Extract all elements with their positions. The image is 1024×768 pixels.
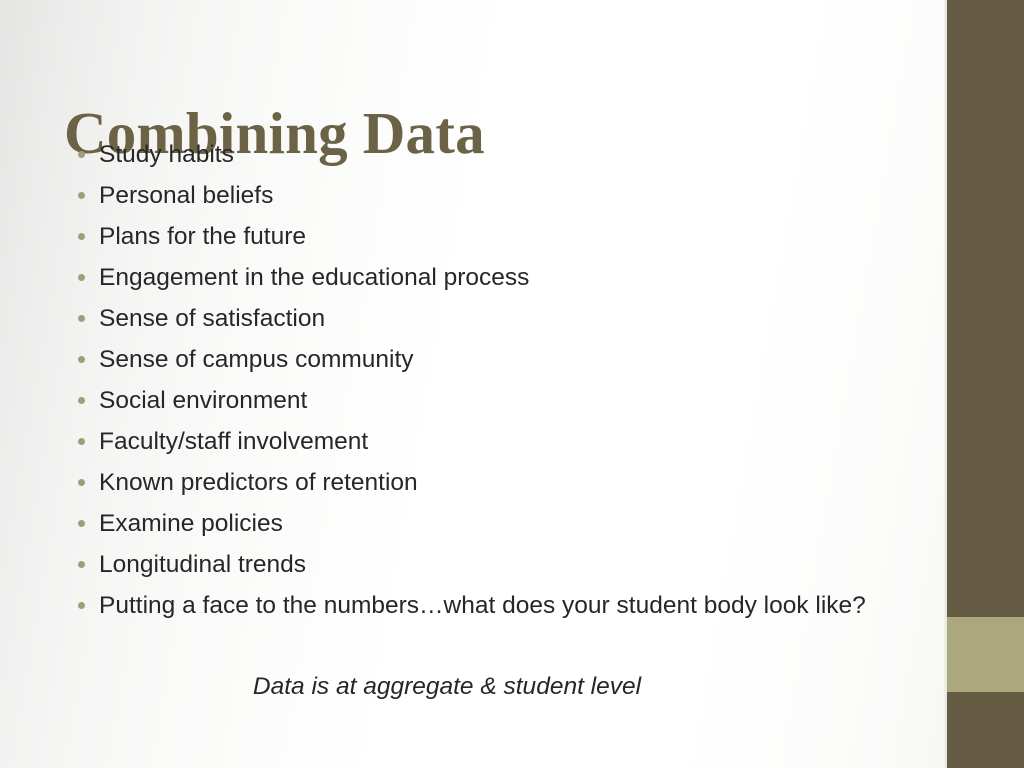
- list-item-label: Longitudinal trends: [99, 551, 307, 578]
- list-item: Faculty/staff involvement: [72, 425, 902, 459]
- bullet-dot-icon: [78, 233, 85, 240]
- bullet-dot-icon: [78, 438, 85, 445]
- presentation-slide: Combining Data Study habits Personal bel…: [0, 0, 1024, 768]
- bullet-dot-icon: [78, 151, 85, 158]
- list-item: Longitudinal trends: [72, 548, 902, 582]
- bullet-dot-icon: [78, 520, 85, 527]
- bullet-dot-icon: [78, 602, 85, 609]
- list-item-label: Putting a face to the numbers…what does …: [99, 592, 866, 619]
- list-item: Study habits: [72, 138, 902, 172]
- list-item-label: Faculty/staff involvement: [99, 428, 369, 455]
- list-item-label: Personal beliefs: [99, 182, 274, 209]
- sidebar-accent-band: [947, 617, 1024, 692]
- list-item: Sense of satisfaction: [72, 302, 902, 336]
- list-item-label: Examine policies: [99, 510, 283, 537]
- list-item: Known predictors of retention: [72, 466, 902, 500]
- list-item-label: Known predictors of retention: [99, 469, 418, 496]
- list-item-label: Engagement in the educational process: [99, 264, 530, 291]
- list-item: Putting a face to the numbers…what does …: [72, 589, 902, 623]
- list-item: Examine policies: [72, 507, 902, 541]
- list-item-label: Sense of satisfaction: [99, 305, 326, 332]
- closing-note: Data is at aggregate & student level: [252, 673, 642, 700]
- bullet-dot-icon: [78, 274, 85, 281]
- bullet-dot-icon: [78, 315, 85, 322]
- bullet-dot-icon: [78, 192, 85, 199]
- list-item-label: Social environment: [99, 387, 308, 414]
- list-item-label: Sense of campus community: [99, 346, 414, 373]
- bullet-dot-icon: [78, 356, 85, 363]
- list-item: Engagement in the educational process: [72, 261, 902, 295]
- list-item-label: Study habits: [99, 141, 234, 168]
- list-item: Sense of campus community: [72, 343, 902, 377]
- bullet-list: Study habits Personal beliefs Plans for …: [72, 138, 902, 630]
- bullet-dot-icon: [78, 479, 85, 486]
- bullet-dot-icon: [78, 561, 85, 568]
- list-item: Personal beliefs: [72, 179, 902, 213]
- list-item: Social environment: [72, 384, 902, 418]
- list-item-label: Plans for the future: [99, 223, 307, 250]
- list-item: Plans for the future: [72, 220, 902, 254]
- bullet-dot-icon: [78, 397, 85, 404]
